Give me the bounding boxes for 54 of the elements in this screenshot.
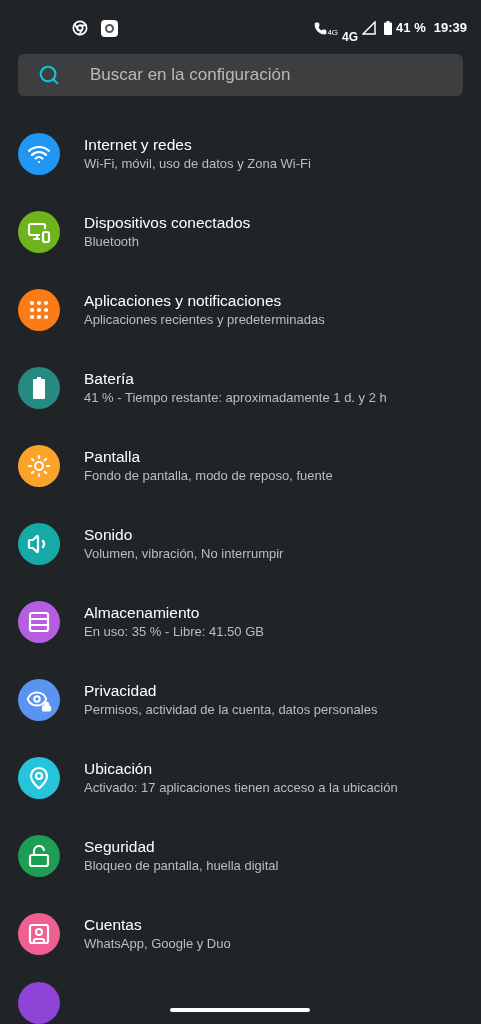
account-icon bbox=[27, 922, 51, 946]
item-title: Seguridad bbox=[84, 837, 156, 857]
unlocked-lock-icon bbox=[27, 844, 51, 868]
settings-item[interactable]: Dispositivos conectados Bluetooth bbox=[0, 193, 481, 271]
item-subtitle: 41 % - Tiempo restante: aproximadamente 1 d. y 2 h bbox=[84, 389, 387, 407]
item-subtitle: Aplicaciones recientes y predeterminadas bbox=[84, 311, 325, 329]
navigation-handle[interactable] bbox=[170, 1008, 310, 1012]
item-subtitle: Volumen, vibración, No interrumpir bbox=[84, 545, 284, 563]
item-title: Almacenamiento bbox=[84, 603, 201, 623]
settings-item[interactable]: Sonido Volumen, vibración, No interrumpir bbox=[0, 505, 481, 583]
settings-item[interactable]: Batería 41 % - Tiempo restante: aproximadamente 1 d. y 2 h bbox=[0, 349, 481, 427]
item-subtitle: Bluetooth bbox=[84, 233, 140, 251]
signal-icon bbox=[362, 21, 377, 36]
settings-item[interactable]: Pantalla Fondo de pantalla, modo de reposo, fuente bbox=[0, 427, 481, 505]
search-input[interactable]: Buscar en la configuración bbox=[90, 62, 443, 88]
settings-item[interactable]: Cuentas WhatsApp, Google y Duo bbox=[0, 895, 481, 973]
item-title: Internet y redes bbox=[84, 135, 193, 155]
item-subtitle: En uso: 35 % - Libre: 41.50 GB bbox=[84, 623, 264, 641]
pin-icon bbox=[27, 766, 51, 790]
search-icon bbox=[38, 64, 60, 87]
grid-icon bbox=[27, 298, 51, 322]
network-label: 4G bbox=[342, 29, 359, 46]
item-subtitle: Activado: 17 aplicaciones tienen acceso a la ubicación bbox=[84, 779, 398, 797]
item-subtitle: Fondo de pantalla, modo de reposo, fuente bbox=[84, 467, 333, 485]
item-title: Cuentas bbox=[84, 915, 143, 935]
item-title: Pantalla bbox=[84, 447, 141, 467]
item-title: Dispositivos conectados bbox=[84, 213, 251, 233]
item-title: Ubicación bbox=[84, 759, 154, 779]
devices-icon bbox=[27, 220, 51, 244]
settings-item[interactable]: Almacenamiento En uso: 35 % - Libre: 41.50 GB bbox=[0, 583, 481, 661]
clock: 19:39 bbox=[433, 19, 467, 38]
call-network-label: 4G bbox=[327, 27, 339, 39]
browser-icon bbox=[72, 20, 88, 37]
search-field[interactable]: Buscar en la configuración bbox=[18, 54, 463, 96]
settings-item[interactable]: Ubicación Activado: 17 aplicaciones tienen acceso a la ubicación bbox=[0, 739, 481, 817]
item-subtitle: Permisos, actividad de la cuenta, datos personales bbox=[84, 701, 378, 719]
item-title: Aplicaciones y notificaciones bbox=[84, 291, 283, 311]
item-subtitle: Wi-Fi, móvil, uso de datos y Zona Wi-Fi bbox=[84, 155, 311, 173]
battery-status-icon bbox=[384, 21, 393, 36]
item-title: Sonido bbox=[84, 525, 134, 545]
item-subtitle: WhatsApp, Google y Duo bbox=[84, 935, 231, 953]
settings-item[interactable]: Aplicaciones y notificaciones Aplicaciones recientes y predeterminadas bbox=[0, 271, 481, 349]
battery-icon bbox=[33, 377, 45, 399]
settings-item[interactable]: Internet y redes Wi-Fi, móvil, uso de datos y Zona Wi-Fi bbox=[0, 115, 481, 193]
phone-icon bbox=[314, 21, 328, 35]
storage-icon bbox=[27, 610, 51, 634]
settings-item[interactable]: Seguridad Bloqueo de pantalla, huella digital bbox=[0, 817, 481, 895]
item-subtitle: Bloqueo de pantalla, huella digital bbox=[84, 857, 279, 875]
brightness-icon bbox=[27, 454, 51, 478]
item-title: Privacidad bbox=[84, 681, 158, 701]
item-title: Batería bbox=[84, 369, 135, 389]
battery-percent: 41 % bbox=[396, 19, 426, 38]
settings-item[interactable]: Privacidad Permisos, actividad de la cuenta, datos personales bbox=[0, 661, 481, 739]
app-icon bbox=[101, 19, 118, 37]
